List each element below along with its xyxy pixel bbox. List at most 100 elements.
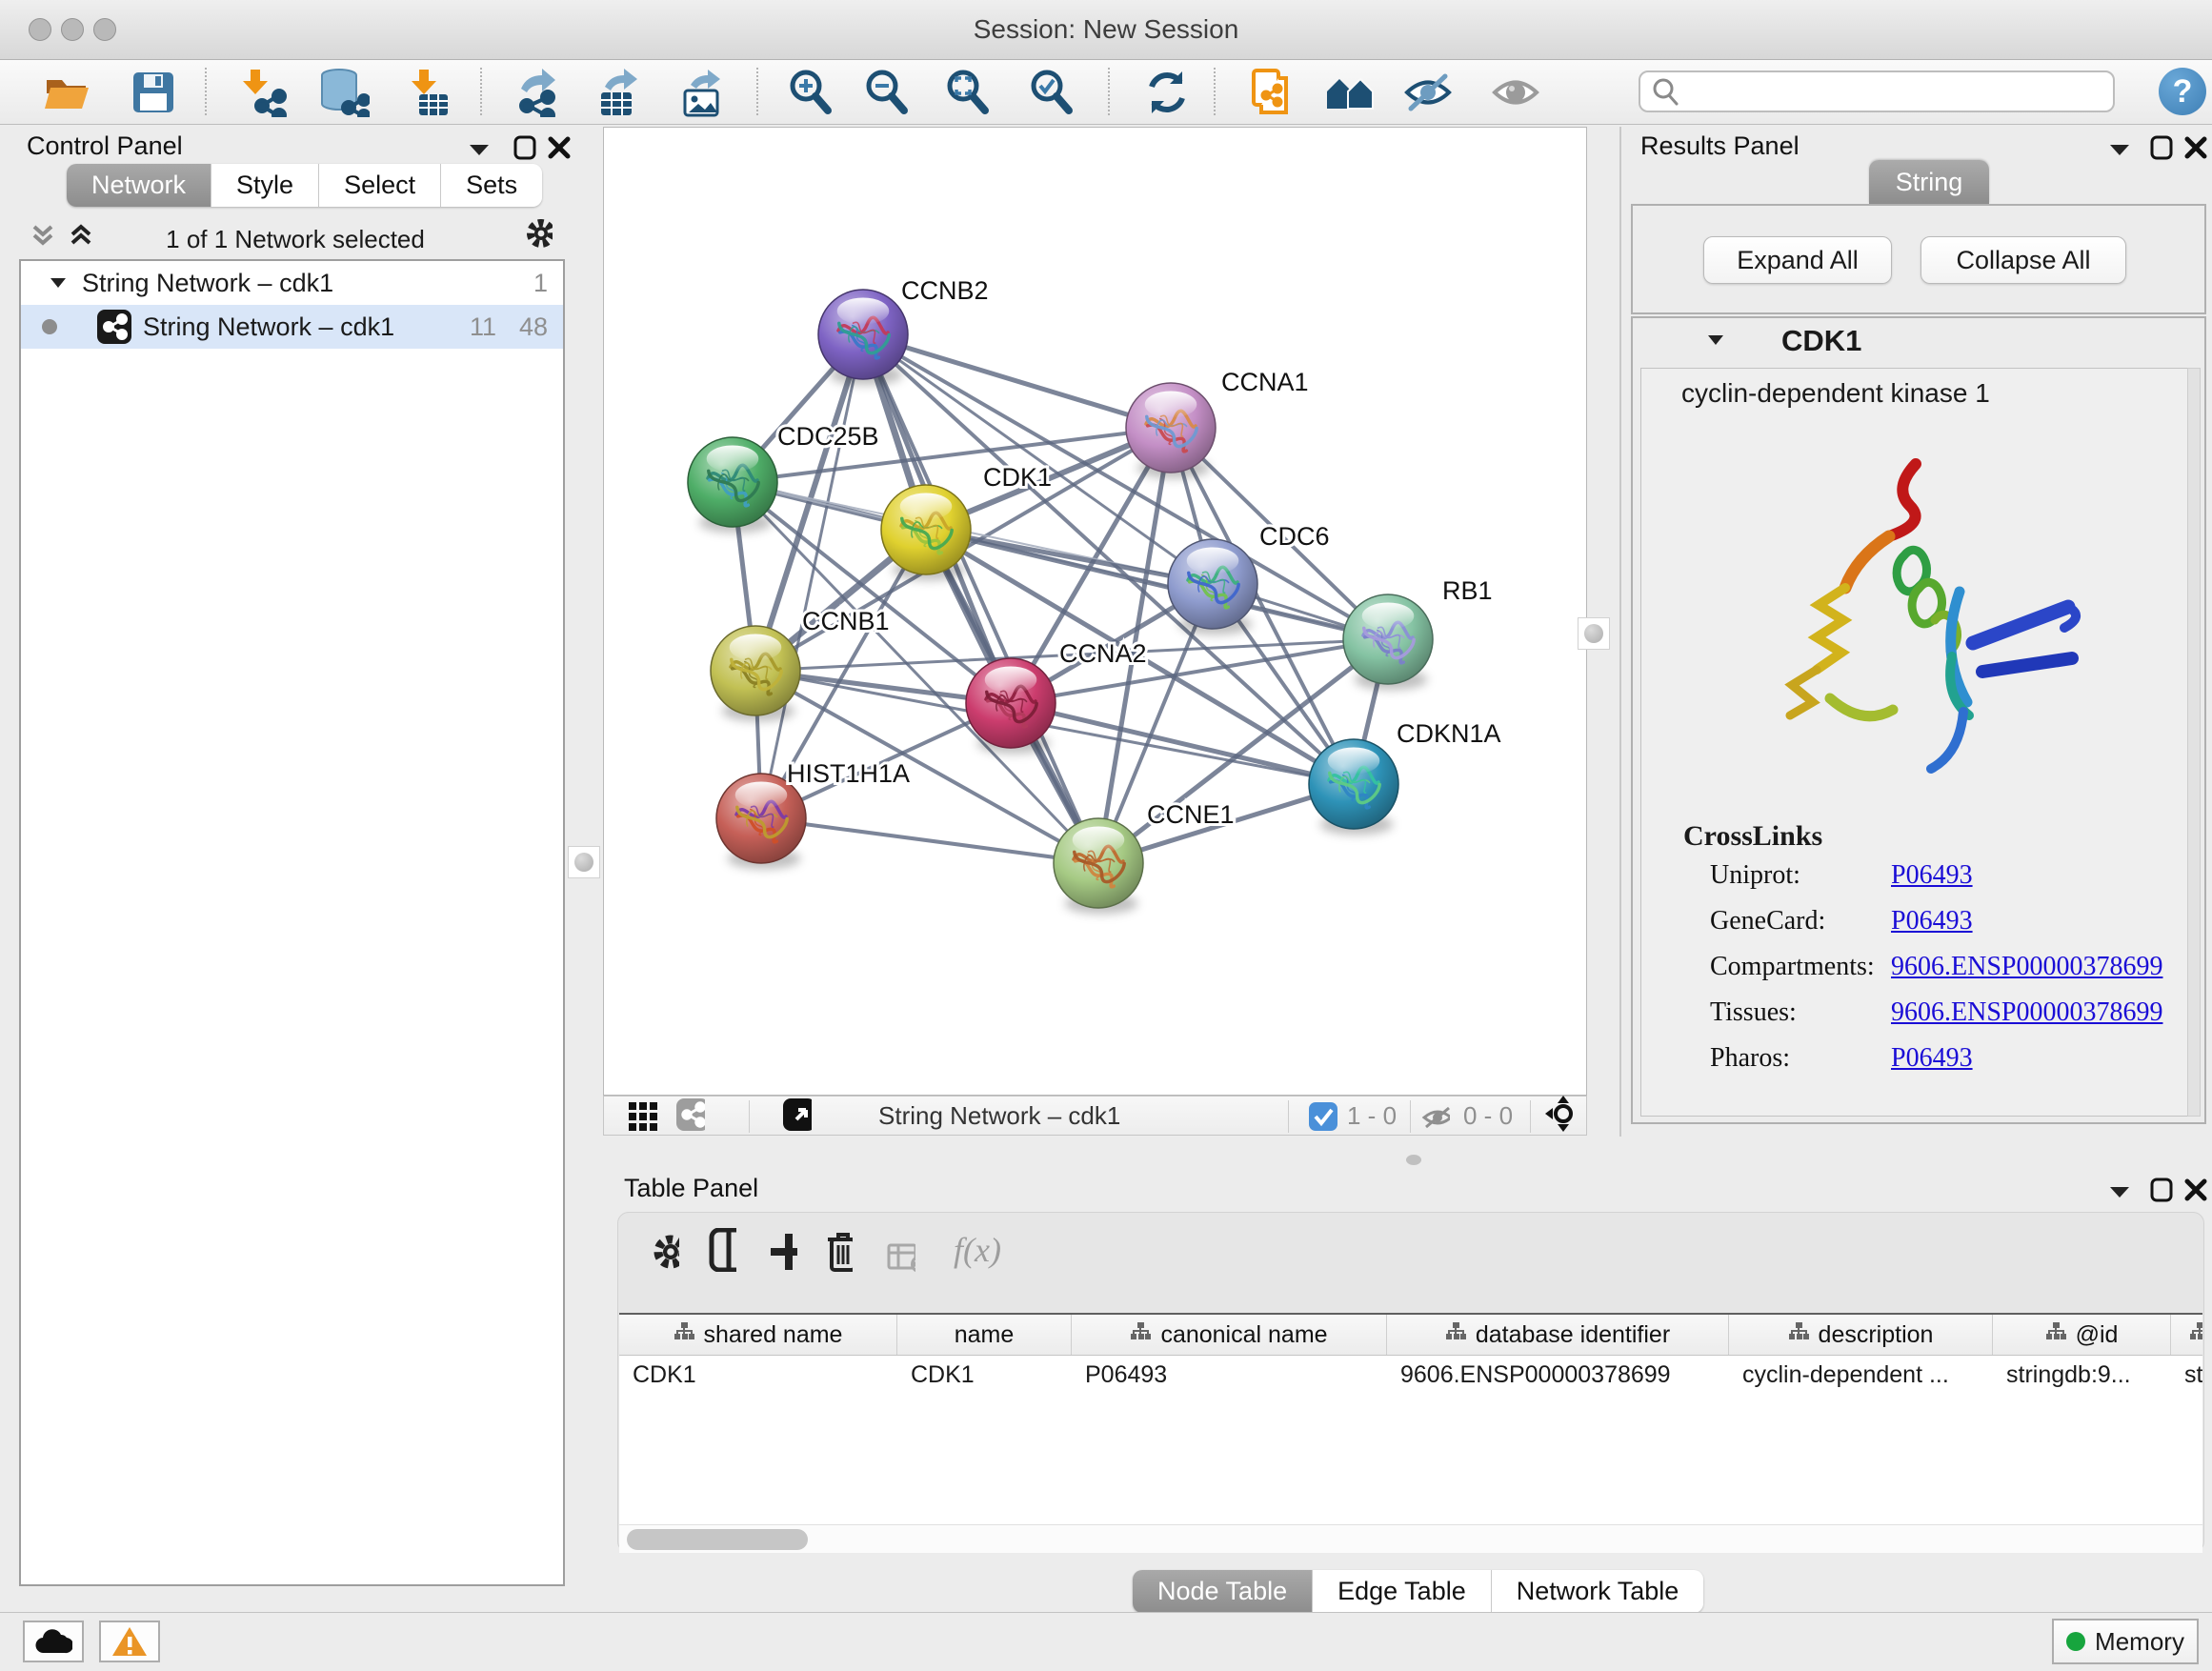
table-hscrollbar[interactable]	[619, 1524, 2202, 1553]
network-edge[interactable]	[863, 334, 1171, 428]
expand-all-button[interactable]: Expand All	[1703, 236, 1892, 284]
import-network-from-database-button[interactable]	[316, 66, 372, 119]
crosslink-link[interactable]: P06493	[1891, 1043, 1973, 1074]
network-node-CCNB1[interactable]	[711, 626, 800, 721]
cell--id[interactable]: stringdb:9...	[1993, 1356, 2171, 1394]
import-table-from-file-button[interactable]	[402, 66, 457, 119]
cell-description[interactable]: cyclin-dependent ...	[1729, 1356, 1993, 1394]
string-network-graph[interactable]: CCNB2CCNA1CDC25BCDK1CDC6RB1CCNB1CCNA2CDK…	[604, 128, 1586, 1095]
protein-collapse-icon[interactable]	[1707, 333, 1724, 347]
table-panel-close-icon[interactable]	[2182, 1176, 2210, 1204]
cell-shared-name[interactable]: CDK1	[619, 1356, 897, 1394]
crosslink-link[interactable]: P06493	[1891, 860, 1973, 891]
export-network-button[interactable]	[511, 66, 566, 119]
column-header-database-identifier[interactable]: database identifier	[1387, 1315, 1729, 1355]
tree-expand-icon[interactable]	[50, 276, 67, 290]
node-table[interactable]: shared namenamecanonical namedatabase id…	[619, 1313, 2202, 1553]
network-row[interactable]: String Network – cdk1 11 48	[21, 305, 563, 349]
column-header-shared-name[interactable]: shared name	[619, 1315, 897, 1355]
zoom-out-button[interactable]	[859, 66, 915, 119]
table-hscrollbar-thumb[interactable]	[627, 1529, 808, 1550]
hidden-eye-icon[interactable]	[1421, 1103, 1450, 1132]
network-panel-gear-icon[interactable]	[524, 219, 553, 248]
export-table-button[interactable]	[591, 66, 646, 119]
column-header-namespace[interactable]: namespace	[2171, 1315, 2202, 1355]
delete-column-icon[interactable]	[824, 1236, 853, 1264]
expand-all-networks-icon[interactable]	[67, 221, 95, 250]
tab-sets[interactable]: Sets	[441, 164, 542, 207]
open-session-button[interactable]	[40, 66, 95, 119]
search-field[interactable]	[1639, 70, 2115, 112]
tab-node-table[interactable]: Node Table	[1133, 1570, 1313, 1613]
table-panel-menu-icon[interactable]	[2105, 1178, 2134, 1206]
network-collection-row[interactable]: String Network – cdk1 1	[21, 261, 563, 305]
network-canvas[interactable]: CCNB2CCNA1CDC25BCDK1CDC6RB1CCNB1CCNA2CDK…	[603, 127, 1587, 1096]
search-input[interactable]	[1688, 76, 2113, 108]
refresh-layout-button[interactable]	[1139, 66, 1195, 119]
table-row[interactable]: CDK1CDK1P064939606.ENSP00000378699cyclin…	[619, 1356, 2202, 1394]
left-splitter-handle[interactable]	[568, 846, 600, 878]
results-panel-close-icon[interactable]	[2182, 133, 2210, 162]
crosslink-link[interactable]: 9606.ENSP00000378699	[1891, 952, 2162, 982]
grid-view-icon[interactable]	[629, 1102, 657, 1131]
control-panel-close-icon[interactable]	[545, 133, 573, 162]
birds-eye-crosshair-icon[interactable]	[1545, 1099, 1574, 1128]
new-network-from-selection-button[interactable]	[1246, 66, 1301, 119]
collapse-all-button[interactable]: Collapse All	[1920, 236, 2126, 284]
network-edge[interactable]	[1011, 703, 1354, 784]
detach-view-icon[interactable]	[783, 1100, 812, 1129]
column-header-description[interactable]: description	[1729, 1315, 1993, 1355]
help-button[interactable]: ?	[2159, 68, 2206, 115]
horizontal-splitter-handle[interactable]	[1406, 1155, 1421, 1165]
results-tab-string[interactable]: String	[1869, 160, 1989, 204]
cloud-button[interactable]	[23, 1621, 84, 1662]
show-all-button[interactable]	[1488, 66, 1543, 119]
zoom-selected-button[interactable]	[1024, 66, 1079, 119]
select-columns-icon[interactable]	[708, 1236, 736, 1264]
network-node-CDKN1A[interactable]	[1309, 739, 1398, 835]
tab-select[interactable]: Select	[319, 164, 441, 207]
network-view-icon[interactable]	[676, 1100, 705, 1129]
table-panel-float-icon[interactable]	[2147, 1176, 2176, 1204]
zoom-in-button[interactable]	[783, 66, 838, 119]
column-header-canonical-name[interactable]: canonical name	[1072, 1315, 1387, 1355]
network-node-CDC25B[interactable]	[688, 437, 777, 533]
cell-namespace[interactable]: stringdb	[2171, 1356, 2202, 1394]
tab-edge-table[interactable]: Edge Table	[1313, 1570, 1492, 1613]
results-scrollbar[interactable]	[2187, 368, 2201, 1117]
tab-network[interactable]: Network	[67, 164, 211, 207]
results-panel-float-icon[interactable]	[2147, 133, 2176, 162]
import-network-from-file-button[interactable]	[234, 66, 290, 119]
column-header--id[interactable]: @id	[1993, 1315, 2171, 1355]
crosslink-link[interactable]: 9606.ENSP00000378699	[1891, 997, 2162, 1028]
warnings-button[interactable]	[99, 1621, 160, 1662]
cell-canonical-name[interactable]: P06493	[1072, 1356, 1387, 1394]
selected-checkbox-icon[interactable]	[1309, 1102, 1337, 1131]
memory-button[interactable]: Memory	[2052, 1619, 2199, 1664]
tab-network-table[interactable]: Network Table	[1492, 1570, 1704, 1613]
column-header-name[interactable]: name	[897, 1315, 1072, 1355]
save-session-button[interactable]	[126, 66, 181, 119]
results-panel-menu-icon[interactable]	[2105, 135, 2134, 164]
network-node-CCNE1[interactable]	[1054, 818, 1143, 914]
network-edge[interactable]	[863, 334, 1388, 639]
first-neighbors-button[interactable]	[1324, 66, 1379, 119]
vertical-splitter[interactable]	[1619, 127, 1621, 1137]
right-splitter-handle[interactable]	[1578, 617, 1610, 650]
zoom-fit-button[interactable]	[940, 66, 995, 119]
table-gear-icon[interactable]	[651, 1238, 679, 1266]
network-node-CDK1[interactable]	[881, 485, 971, 580]
cell-database-identifier[interactable]: 9606.ENSP00000378699	[1387, 1356, 1729, 1394]
network-edge[interactable]	[761, 818, 1098, 863]
cell-name[interactable]: CDK1	[897, 1356, 1072, 1394]
network-node-CCNA1[interactable]	[1126, 383, 1216, 478]
control-panel-menu-icon[interactable]	[465, 135, 493, 164]
network-node-CDC6[interactable]	[1168, 539, 1257, 634]
crosslink-link[interactable]: P06493	[1891, 906, 1973, 936]
hide-selected-button[interactable]	[1400, 66, 1456, 119]
export-image-button[interactable]	[674, 66, 730, 119]
network-node-RB1[interactable]	[1343, 594, 1433, 690]
network-edge[interactable]	[761, 334, 863, 818]
control-panel-float-icon[interactable]	[511, 133, 539, 162]
tab-style[interactable]: Style	[211, 164, 319, 207]
